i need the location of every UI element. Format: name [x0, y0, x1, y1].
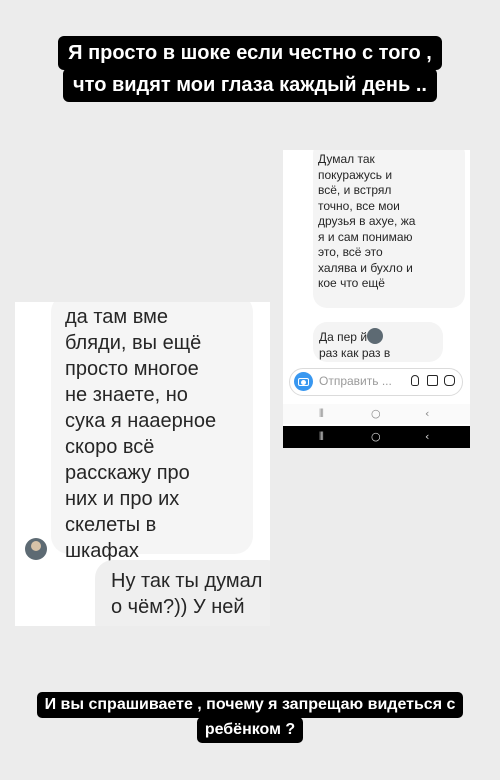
chat-screenshot-right: Думал так покуражусь и всё, и встрял точ… [283, 150, 470, 448]
headline-line-1: Я просто в шоке если честно с того , [58, 36, 442, 70]
chat-screenshot-left: да там вме бляди, вы ещё просто многое н… [15, 302, 270, 626]
system-nav-bar: ⦀ ○ ‹ [283, 404, 470, 424]
recents-icon[interactable]: ⦀ [319, 408, 324, 420]
headline-line-2: что видят мои глаза каждый день .. [63, 68, 437, 102]
back-icon[interactable]: ‹ [425, 408, 429, 420]
gallery-icon[interactable] [427, 375, 438, 386]
avatar [367, 328, 383, 344]
avatar [25, 538, 47, 560]
incoming-message-text: да там вме бляди, вы ещё просто многое н… [65, 306, 217, 562]
microphone-icon[interactable] [411, 375, 419, 386]
system-nav-bar-dark: ⦀ ○ ‹ [283, 426, 470, 448]
camera-icon[interactable] [294, 372, 313, 391]
outgoing-message-text: Ну так ты думал о чём?)) У ней [111, 570, 263, 618]
sticker-icon[interactable] [444, 375, 455, 386]
home-icon[interactable]: ○ [371, 408, 381, 420]
home-icon[interactable]: ○ [371, 431, 381, 443]
message-composer[interactable]: Отправить ... [289, 368, 463, 396]
message-input-placeholder[interactable]: Отправить ... [319, 373, 409, 390]
caption-line-1: И вы спрашиваете , почему я запрещаю вид… [36, 692, 464, 718]
message-text: Думал так покуражусь и всё, и встрял точ… [318, 152, 416, 290]
recents-icon[interactable]: ⦀ [319, 431, 324, 443]
caption-line-2: ребёнком ? [196, 717, 304, 743]
story-caption: И вы спрашиваете , почему я запрещаю вид… [14, 692, 486, 743]
story-headline: Я просто в шоке если честно с того , что… [25, 36, 475, 102]
back-icon[interactable]: ‹ [425, 431, 429, 443]
